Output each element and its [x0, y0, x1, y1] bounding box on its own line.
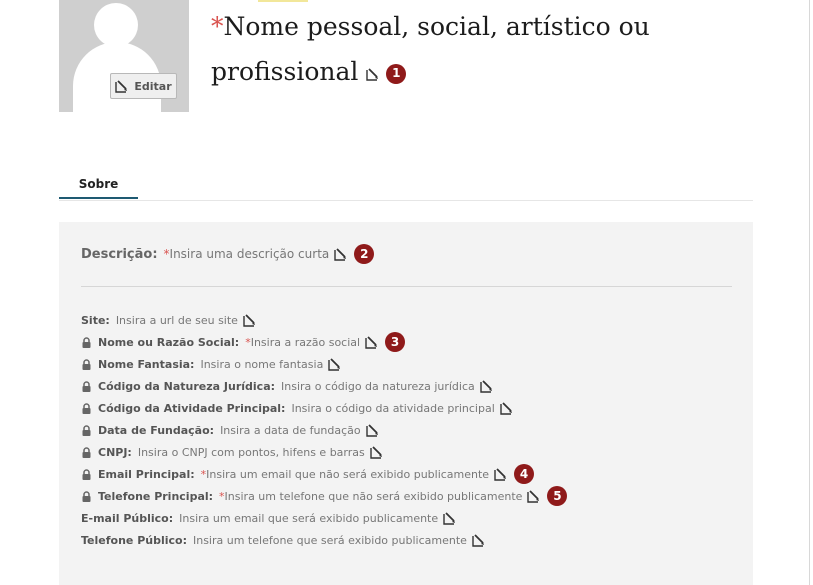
edit-pencil-icon[interactable] — [365, 423, 380, 437]
profile-field-row: Data de Fundação: Insira a data de fundaç… — [81, 419, 567, 441]
divider — [81, 286, 732, 287]
page-title-text: Nome pessoal, social, artístico ou profi… — [211, 12, 650, 86]
step-badge: 1 — [386, 63, 407, 84]
field-placeholder: Insira o código da natureza jurídica — [281, 379, 475, 393]
edit-photo-button[interactable]: Editar — [110, 73, 177, 99]
field-value[interactable]: Insira o código da natureza jurídica — [281, 380, 475, 393]
field-placeholder: Insira um telefone que não será exibido … — [224, 489, 523, 503]
profile-field-row: Código da Natureza Jurídica: Insira o cód… — [81, 375, 567, 397]
edit-pencil-icon[interactable] — [365, 335, 379, 349]
field-value[interactable]: Insira um telefone que será exibido publ… — [193, 534, 467, 547]
field-label: Site: — [81, 313, 110, 327]
step-badge: 5 — [547, 486, 568, 506]
field-value[interactable]: Insira a url de seu site — [116, 314, 238, 327]
lock-icon — [81, 336, 92, 348]
field-value[interactable]: Insira a data de fundação — [220, 424, 361, 437]
lock-icon — [81, 424, 92, 436]
field-label: Código da Natureza Jurídica: — [98, 379, 276, 393]
lock-icon — [81, 402, 92, 414]
field-value[interactable]: Insira um email que será exibido publica… — [179, 512, 438, 525]
edit-photo-label: Editar — [134, 79, 172, 93]
field-placeholder: Insira a url de seu site — [115, 313, 238, 327]
field-placeholder: Insira o código da atividade principal — [291, 401, 495, 415]
description-field[interactable]: *Insira uma descrição curta — [164, 247, 330, 261]
edit-pencil-icon[interactable] — [243, 313, 257, 327]
profile-field-row: CNPJ: Insira o CNPJ com pontos, hifens e … — [81, 441, 567, 463]
about-panel: Descrição: *Insira uma descrição curta 2… — [59, 222, 753, 585]
field-label: Email Principal: — [98, 467, 195, 481]
field-placeholder: Insira um telefone que será exibido publ… — [192, 533, 467, 547]
required-mark: * — [211, 12, 224, 41]
field-label: E-mail Público: — [81, 511, 174, 525]
page-border — [809, 0, 810, 585]
edit-pencil-icon[interactable] — [328, 357, 342, 371]
field-label: Data de Fundação: — [98, 423, 215, 437]
profile-field-row: Nome ou Razão Social: *Insira a razão soc… — [81, 331, 567, 353]
lock-icon — [81, 358, 92, 370]
tab-sobre[interactable]: Sobre — [59, 170, 138, 199]
profile-field-row: Telefone Público: Insira um telefone que … — [81, 529, 567, 551]
field-value[interactable]: *Insira um email que não será exibido pu… — [201, 468, 489, 481]
lock-icon — [81, 490, 92, 502]
step-badge: 2 — [354, 244, 375, 264]
field-value[interactable]: Insira o CNPJ com pontos, hifens e barra… — [138, 446, 365, 459]
edit-pencil-icon[interactable] — [480, 379, 494, 393]
profile-fields-list: Site: Insira a url de seu site Nome ou Raz… — [81, 309, 568, 551]
profile-field-row: Código da Atividade Principal: Insira o c… — [81, 397, 567, 419]
profile-field-row: Site: Insira a url de seu site — [81, 309, 567, 331]
field-label: Nome Fantasia: — [98, 357, 195, 371]
avatar-head-shape — [94, 3, 138, 47]
field-placeholder: Insira o nome fantasia — [200, 357, 324, 371]
field-label: Código da Atividade Principal: — [98, 401, 286, 415]
field-placeholder: Insira a data de fundação — [220, 423, 361, 437]
edit-pencil-icon[interactable] — [527, 489, 541, 503]
profile-field-row: E-mail Público: Insira um email que será … — [81, 507, 567, 529]
step-badge: 4 — [514, 464, 535, 484]
edit-pencil-icon — [115, 79, 129, 93]
field-label: CNPJ: — [98, 445, 132, 459]
field-label: Telefone Público: — [81, 533, 187, 547]
page-title: *Nome pessoal, social, artístico ou prof… — [211, 4, 691, 94]
field-label: Nome ou Razão Social: — [98, 335, 240, 349]
description-label: Descrição: — [81, 246, 158, 262]
step-badge: 3 — [385, 332, 406, 352]
field-placeholder: Insira a razão social — [250, 335, 361, 349]
field-value[interactable]: *Insira um telefone que não será exibido… — [219, 490, 522, 503]
field-value[interactable]: Insira o nome fantasia — [200, 358, 323, 371]
profile-field-row: Telefone Principal: *Insira um telefone q… — [81, 485, 568, 507]
edit-pencil-icon[interactable] — [370, 445, 384, 459]
top-accent-bar — [258, 0, 308, 2]
field-label: Telefone Principal: — [98, 489, 214, 503]
description-placeholder: Insira uma descrição curta — [169, 247, 330, 261]
profile-field-row: Email Principal: *Insira um email que não… — [81, 463, 567, 485]
edit-pencil-icon[interactable] — [500, 401, 514, 415]
lock-icon — [81, 380, 92, 392]
field-placeholder: Insira um email que não será exibido pub… — [206, 467, 490, 481]
field-value[interactable]: Insira o código da atividade principal — [291, 402, 494, 415]
edit-pencil-icon[interactable] — [472, 533, 486, 547]
lock-icon — [81, 446, 92, 458]
edit-pencil-icon[interactable] — [494, 467, 508, 481]
lock-icon — [81, 468, 92, 480]
profile-field-row: Nome Fantasia: Insira o nome fantasia — [81, 353, 567, 375]
edit-description-icon[interactable] — [334, 247, 348, 261]
profile-avatar: Editar — [59, 0, 189, 112]
field-placeholder: Insira o CNPJ com pontos, hifens e barra… — [137, 445, 365, 459]
description-row: Descrição: *Insira uma descrição curta 2 — [81, 243, 375, 265]
field-placeholder: Insira um email que será exibido publica… — [179, 511, 439, 525]
profile-tabs: Sobre — [59, 170, 753, 201]
field-value[interactable]: *Insira a razão social — [245, 336, 360, 349]
edit-pencil-icon[interactable] — [443, 511, 457, 525]
edit-title-icon[interactable] — [366, 67, 380, 81]
